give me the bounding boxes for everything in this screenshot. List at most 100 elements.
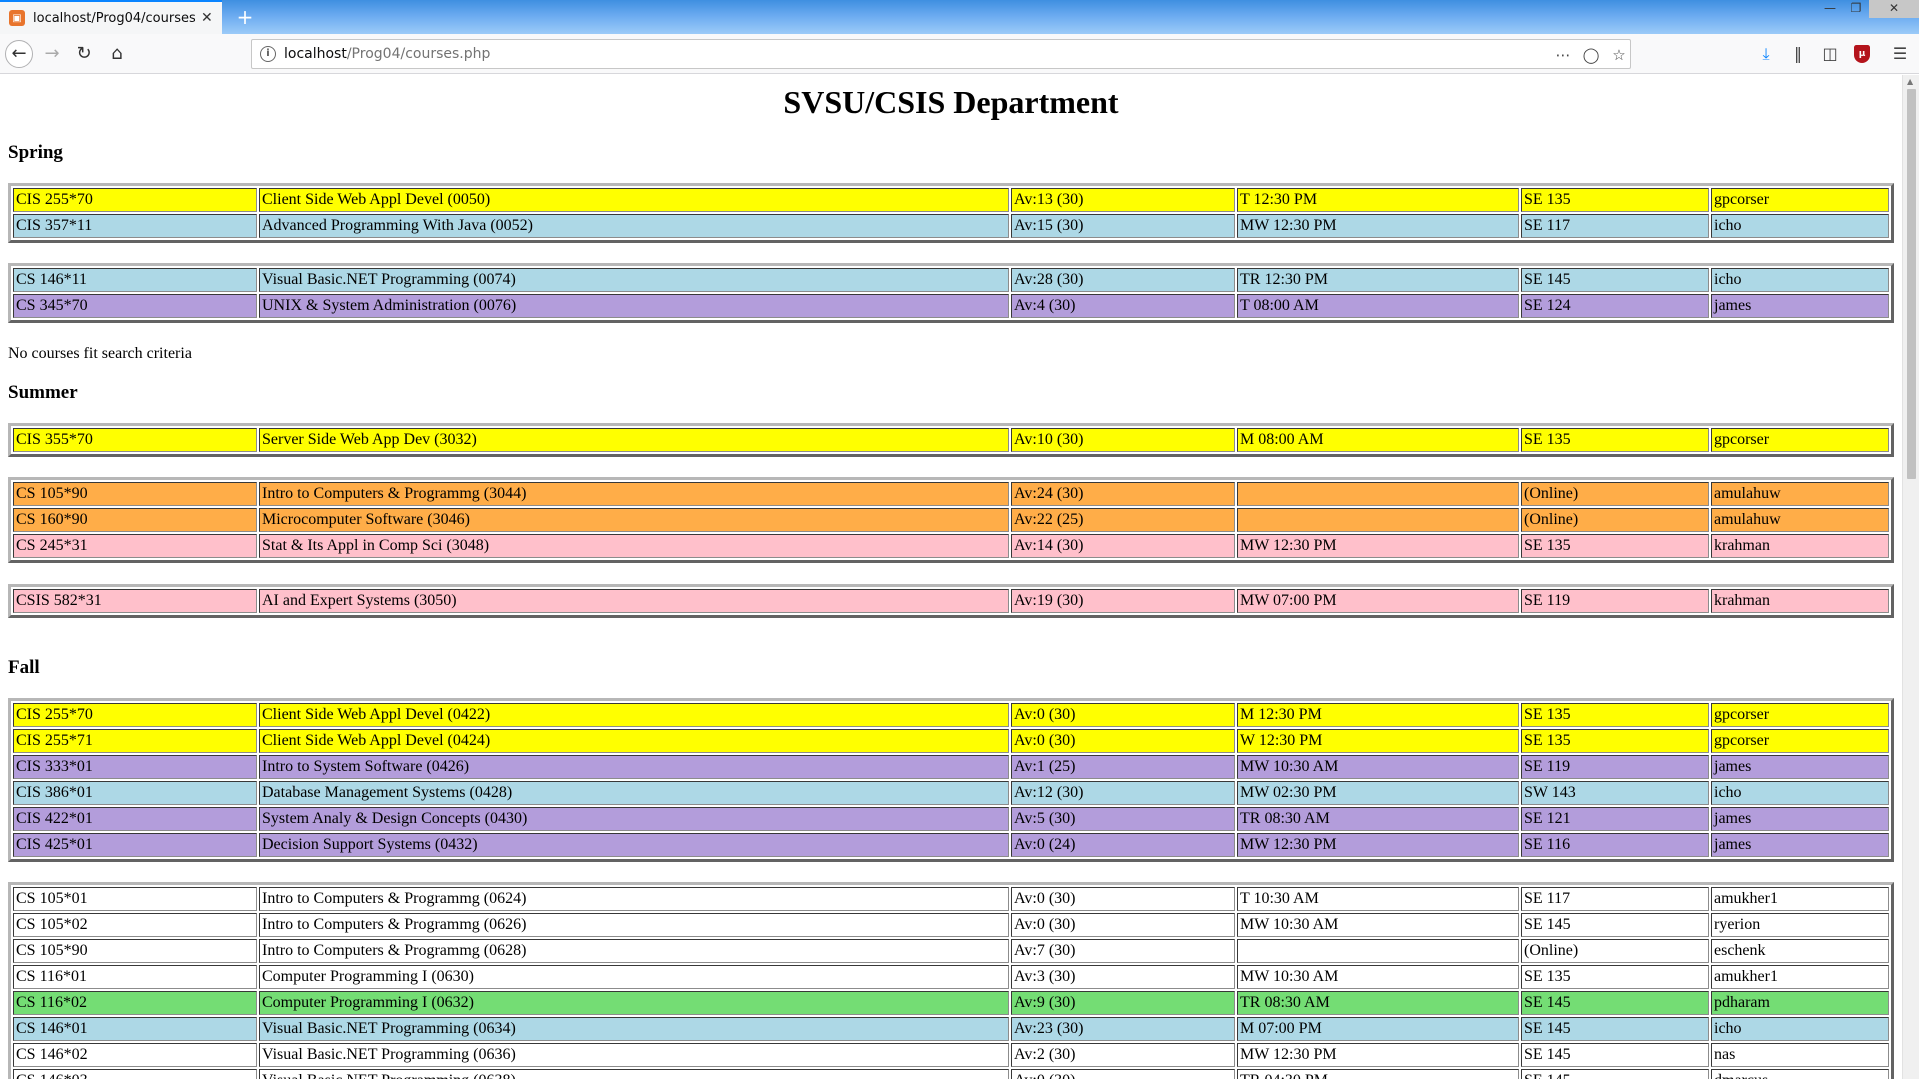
instructor-cell: gpcorser	[1711, 703, 1889, 727]
course-title-cell: Client Side Web Appl Devel (0050)	[259, 188, 1009, 212]
table-row: CS 146*03Visual Basic.NET Programming (0…	[13, 1069, 1889, 1079]
course-title-cell: Intro to Computers & Programmg (3044)	[259, 482, 1009, 506]
course-code-cell: CIS 422*01	[13, 807, 257, 831]
room-cell: SW 143	[1521, 781, 1709, 805]
instructor-cell: amulahuw	[1711, 508, 1889, 532]
course-title-cell: Microcomputer Software (3046)	[259, 508, 1009, 532]
schedule-cell: T 08:00 AM	[1237, 294, 1519, 318]
reload-icon[interactable]: ↻	[70, 40, 98, 68]
course-code-cell: CIS 355*70	[13, 428, 257, 452]
scroll-up-icon[interactable]: ▲	[1907, 77, 1913, 86]
library-icon[interactable]: ‖	[1786, 42, 1810, 66]
table-row: CIS 357*11 Advanced Programming With Java…	[13, 214, 1889, 238]
vertical-scrollbar[interactable]: ▲	[1902, 75, 1919, 1079]
schedule-cell	[1237, 508, 1519, 532]
room-cell: (Online)	[1521, 482, 1709, 506]
room-cell: SE 121	[1521, 807, 1709, 831]
room-cell: SE 145	[1521, 268, 1709, 292]
availability-cell: Av:0 (30)	[1011, 1069, 1235, 1079]
course-title-cell: Intro to Computers & Programmg (0628)	[259, 939, 1009, 963]
schedule-cell: MW 12:30 PM	[1237, 833, 1519, 857]
site-info-icon[interactable]: i	[260, 46, 276, 62]
room-cell: (Online)	[1521, 508, 1709, 532]
schedule-cell: M 07:00 PM	[1237, 1017, 1519, 1041]
course-title-cell: Intro to Computers & Programmg (0624)	[259, 887, 1009, 911]
ublock-icon[interactable]: μ	[1854, 45, 1870, 63]
availability-cell: Av:0 (30)	[1011, 729, 1235, 753]
availability-cell: Av:7 (30)	[1011, 939, 1235, 963]
schedule-cell: TR 08:30 AM	[1237, 991, 1519, 1015]
availability-cell: Av:1 (25)	[1011, 755, 1235, 779]
download-icon[interactable]: ⤓	[1754, 42, 1778, 66]
schedule-cell: MW 10:30 AM	[1237, 913, 1519, 937]
course-code-cell: CS 160*90	[13, 508, 257, 532]
course-title-cell: Computer Programming I (0632)	[259, 991, 1009, 1015]
schedule-cell: M 08:00 AM	[1237, 428, 1519, 452]
room-cell: SE 135	[1521, 188, 1709, 212]
instructor-cell: icho	[1711, 781, 1889, 805]
course-code-cell: CIS 255*71	[13, 729, 257, 753]
new-tab-icon[interactable]: +	[232, 4, 258, 30]
instructor-cell: james	[1711, 807, 1889, 831]
course-code-cell: CIS 255*70	[13, 188, 257, 212]
course-table: CIS 255*70 Client Side Web Appl Devel (00…	[8, 183, 1894, 243]
tab-bar: ▣ localhost/Prog04/courses.php ✕ + — ❐ ✕	[0, 0, 1919, 34]
course-title-cell: Intro to Computers & Programmg (0626)	[259, 913, 1009, 937]
instructor-cell: amukher1	[1711, 965, 1889, 989]
course-title-cell: UNIX & System Administration (0076)	[259, 294, 1009, 318]
page-actions-icon[interactable]: ⋯	[1552, 44, 1574, 66]
bookmark-star-icon[interactable]: ☆	[1608, 44, 1630, 66]
url-path: /Prog04/courses.php	[346, 46, 491, 62]
home-icon[interactable]: ⌂	[103, 40, 131, 68]
table-row: CS 105*90 Intro to Computers & Programmg …	[13, 482, 1889, 506]
course-title-cell: Visual Basic.NET Programming (0638)	[259, 1069, 1009, 1079]
course-title-cell: Visual Basic.NET Programming (0636)	[259, 1043, 1009, 1067]
forward-icon[interactable]: →	[38, 40, 66, 68]
schedule-cell: T 10:30 AM	[1237, 887, 1519, 911]
table-row: CIS 333*01 Intro to System Software (0426…	[13, 755, 1889, 779]
scrollbar-thumb[interactable]	[1907, 89, 1916, 479]
course-title-cell: Intro to System Software (0426)	[259, 755, 1009, 779]
sidebar-icon[interactable]: ◫	[1818, 42, 1842, 66]
schedule-cell: MW 12:30 PM	[1237, 534, 1519, 558]
menu-icon[interactable]: ☰	[1888, 42, 1912, 66]
course-code-cell: CSIS 582*31	[13, 589, 257, 613]
page-title: SVSU/CSIS Department	[783, 84, 1119, 120]
no-courses-message: No courses fit search criteria	[8, 345, 192, 362]
availability-cell: Av:22 (25)	[1011, 508, 1235, 532]
browser-tab[interactable]: ▣ localhost/Prog04/courses.php ✕	[0, 0, 222, 34]
room-cell: SE 124	[1521, 294, 1709, 318]
availability-cell: Av:0 (30)	[1011, 703, 1235, 727]
table-row: CIS 425*01 Decision Support Systems (0432…	[13, 833, 1889, 857]
table-row: CIS 422*01 System Analy & Design Concepts…	[13, 807, 1889, 831]
availability-cell: Av:28 (30)	[1011, 268, 1235, 292]
url-text[interactable]: localhost/Prog04/courses.php	[284, 46, 490, 62]
table-row: CS 105*90 Intro to Computers & Programmg …	[13, 939, 1889, 963]
availability-cell: Av:4 (30)	[1011, 294, 1235, 318]
course-code-cell: CS 146*03	[13, 1069, 257, 1079]
url-bar[interactable]: i localhost/Prog04/courses.php ⋯ ◯ ☆	[251, 39, 1631, 69]
availability-cell: Av:0 (30)	[1011, 913, 1235, 937]
pocket-icon[interactable]: ◯	[1580, 44, 1602, 66]
table-row: CS 146*02 Visual Basic.NET Programming (0…	[13, 1043, 1889, 1067]
table-row: CS 105*01 Intro to Computers & Programmg …	[13, 887, 1889, 911]
table-row: CS 146*11 Visual Basic.NET Programming (0…	[13, 268, 1889, 292]
schedule-cell: MW 10:30 AM	[1237, 965, 1519, 989]
course-title-cell: Advanced Programming With Java (0052)	[259, 214, 1009, 238]
window-close-icon[interactable]: ✕	[1869, 0, 1919, 18]
availability-cell: Av:2 (30)	[1011, 1043, 1235, 1067]
instructor-cell: gpcorser	[1711, 188, 1889, 212]
table-row: CSIS 582*31 AI and Expert Systems (3050) A…	[13, 589, 1889, 613]
availability-cell: Av:0 (24)	[1011, 833, 1235, 857]
room-cell: SE 119	[1521, 589, 1709, 613]
minimize-icon[interactable]: —	[1817, 0, 1843, 18]
table-row: CS 345*70 UNIX & System Administration (0…	[13, 294, 1889, 318]
schedule-cell: M 12:30 PM	[1237, 703, 1519, 727]
restore-icon[interactable]: ❐	[1843, 0, 1869, 18]
tab-close-icon[interactable]: ✕	[201, 10, 213, 26]
back-icon[interactable]: ←	[5, 40, 33, 68]
instructor-cell: icho	[1711, 214, 1889, 238]
room-cell: SE 135	[1521, 428, 1709, 452]
instructor-cell: dmarcus	[1711, 1069, 1889, 1079]
course-table: CS 146*11 Visual Basic.NET Programming (0…	[8, 263, 1894, 323]
